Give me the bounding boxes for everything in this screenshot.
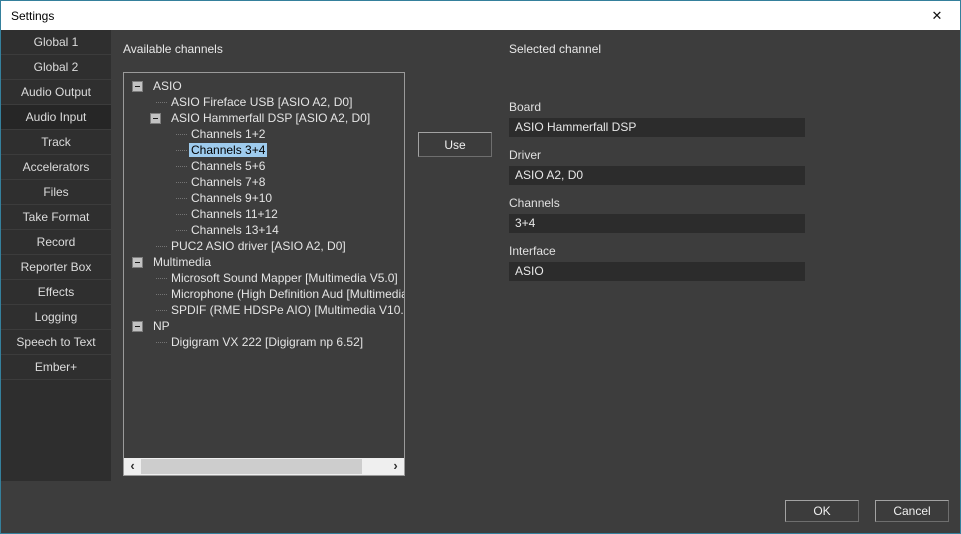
- tree-item-label: SPDIF (RME HDSPe AIO) [Multimedia V10.0]: [169, 303, 405, 317]
- sidebar: Global 1Global 2Audio OutputAudio InputT…: [1, 30, 111, 380]
- titlebar: Settings ✕: [1, 1, 960, 30]
- sidebar-item-audio-input[interactable]: Audio Input: [1, 105, 111, 130]
- tree-item[interactable]: ASIO: [124, 78, 404, 94]
- tree-item-label: PUC2 ASIO driver [ASIO A2, D0]: [169, 239, 348, 253]
- sidebar-item-audio-output[interactable]: Audio Output: [1, 80, 111, 105]
- tree-item[interactable]: Channels 1+2: [124, 126, 404, 142]
- tree-item-label: Channels 7+8: [189, 175, 267, 189]
- tree-item[interactable]: Channels 7+8: [124, 174, 404, 190]
- sidebar-filler: [1, 380, 111, 481]
- use-button[interactable]: Use: [418, 132, 492, 157]
- tree-item-label: NP: [151, 319, 172, 333]
- selected-channel-fields: Board ASIO Hammerfall DSP Driver ASIO A2, D…: [509, 100, 805, 292]
- cancel-button[interactable]: Cancel: [875, 500, 949, 522]
- collapse-minus-icon[interactable]: [132, 257, 143, 268]
- close-button[interactable]: ✕: [914, 1, 960, 30]
- tree-item-label: Digigram VX 222 [Digigram np 6.52]: [169, 335, 365, 349]
- field-driver: Driver ASIO A2, D0: [509, 148, 805, 185]
- tree-connector-line: [176, 134, 187, 135]
- tree-item-label: Channels 1+2: [189, 127, 267, 141]
- sidebar-item-take-format[interactable]: Take Format: [1, 205, 111, 230]
- field-value[interactable]: ASIO A2, D0: [509, 166, 805, 185]
- sidebar-item-ember-[interactable]: Ember+: [1, 355, 111, 380]
- tree-item-label: ASIO Fireface USB [ASIO A2, D0]: [169, 95, 354, 109]
- settings-window: Settings ✕ Global 1Global 2Audio OutputA…: [0, 0, 961, 534]
- ok-button[interactable]: OK: [785, 500, 859, 522]
- collapse-minus-icon[interactable]: [132, 321, 143, 332]
- tree-item-label: ASIO Hammerfall DSP [ASIO A2, D0]: [169, 111, 372, 125]
- sidebar-item-global-2[interactable]: Global 2: [1, 55, 111, 80]
- sidebar-item-global-1[interactable]: Global 1: [1, 30, 111, 55]
- tree-item-label: Multimedia: [151, 255, 213, 269]
- tree-item-label: Channels 3+4: [189, 143, 267, 157]
- horizontal-scrollbar[interactable]: ‹ ›: [124, 458, 404, 475]
- sidebar-item-files[interactable]: Files: [1, 180, 111, 205]
- tree-item[interactable]: Channels 5+6: [124, 158, 404, 174]
- tree-item[interactable]: Channels 9+10: [124, 190, 404, 206]
- tree-item[interactable]: PUC2 ASIO driver [ASIO A2, D0]: [124, 238, 404, 254]
- scrollbar-thumb[interactable]: [141, 459, 362, 474]
- tree-item[interactable]: Multimedia: [124, 254, 404, 270]
- sidebar-item-track[interactable]: Track: [1, 130, 111, 155]
- field-label: Driver: [509, 148, 805, 162]
- field-value[interactable]: 3+4: [509, 214, 805, 233]
- tree-item[interactable]: NP: [124, 318, 404, 334]
- channel-tree: ASIO ASIO Fireface USB [ASIO A2, D0] ASIO …: [123, 72, 405, 476]
- sidebar-item-accelerators[interactable]: Accelerators: [1, 155, 111, 180]
- tree-item-label: ASIO: [151, 79, 184, 93]
- selected-channel-label: Selected channel: [509, 42, 601, 56]
- scroll-left-icon[interactable]: ‹: [124, 458, 141, 475]
- tree-connector-line: [156, 310, 167, 311]
- tree-connector-line: [176, 150, 187, 151]
- scroll-right-icon[interactable]: ›: [387, 458, 404, 475]
- sidebar-item-reporter-box[interactable]: Reporter Box: [1, 255, 111, 280]
- tree-connector-line: [176, 182, 187, 183]
- tree-item[interactable]: Channels 13+14: [124, 222, 404, 238]
- window-title: Settings: [11, 9, 54, 23]
- tree-item-label: Channels 11+12: [189, 207, 280, 221]
- collapse-minus-icon[interactable]: [150, 113, 161, 124]
- field-value[interactable]: ASIO Hammerfall DSP: [509, 118, 805, 137]
- field-label: Board: [509, 100, 805, 114]
- tree-item-label: Channels 5+6: [189, 159, 267, 173]
- field-label: Channels: [509, 196, 805, 210]
- tree-connector-line: [156, 342, 167, 343]
- tree-item[interactable]: Channels 11+12: [124, 206, 404, 222]
- tree-item[interactable]: SPDIF (RME HDSPe AIO) [Multimedia V10.0]: [124, 302, 404, 318]
- close-icon: ✕: [932, 8, 943, 23]
- collapse-minus-icon[interactable]: [132, 81, 143, 92]
- tree-item-label: Microphone (High Definition Aud [Multime…: [169, 287, 405, 301]
- tree-connector-line: [156, 294, 167, 295]
- tree-connector-line: [156, 278, 167, 279]
- tree-connector-line: [176, 230, 187, 231]
- tree-connector-line: [176, 198, 187, 199]
- tree-item-label: Microsoft Sound Mapper [Multimedia V5.0]: [169, 271, 400, 285]
- tree-connector-line: [176, 166, 187, 167]
- field-interface: Interface ASIO: [509, 244, 805, 281]
- field-board: Board ASIO Hammerfall DSP: [509, 100, 805, 137]
- field-channels: Channels 3+4: [509, 196, 805, 233]
- tree-item[interactable]: Channels 3+4: [124, 142, 404, 158]
- tree-item[interactable]: Digigram VX 222 [Digigram np 6.52]: [124, 334, 404, 350]
- tree-connector-line: [156, 102, 167, 103]
- tree-connector-line: [176, 214, 187, 215]
- field-value[interactable]: ASIO: [509, 262, 805, 281]
- tree-item-label: Channels 9+10: [189, 191, 274, 205]
- field-label: Interface: [509, 244, 805, 258]
- sidebar-item-record[interactable]: Record: [1, 230, 111, 255]
- tree-rows: ASIO ASIO Fireface USB [ASIO A2, D0] ASIO …: [124, 73, 404, 350]
- tree-item[interactable]: Microsoft Sound Mapper [Multimedia V5.0]: [124, 270, 404, 286]
- available-channels-label: Available channels: [123, 42, 223, 56]
- sidebar-item-logging[interactable]: Logging: [1, 305, 111, 330]
- tree-item[interactable]: ASIO Hammerfall DSP [ASIO A2, D0]: [124, 110, 404, 126]
- tree-item[interactable]: Microphone (High Definition Aud [Multime…: [124, 286, 404, 302]
- tree-connector-line: [156, 246, 167, 247]
- sidebar-item-effects[interactable]: Effects: [1, 280, 111, 305]
- tree-item-label: Channels 13+14: [189, 223, 281, 237]
- sidebar-item-speech-to-text[interactable]: Speech to Text: [1, 330, 111, 355]
- tree-item[interactable]: ASIO Fireface USB [ASIO A2, D0]: [124, 94, 404, 110]
